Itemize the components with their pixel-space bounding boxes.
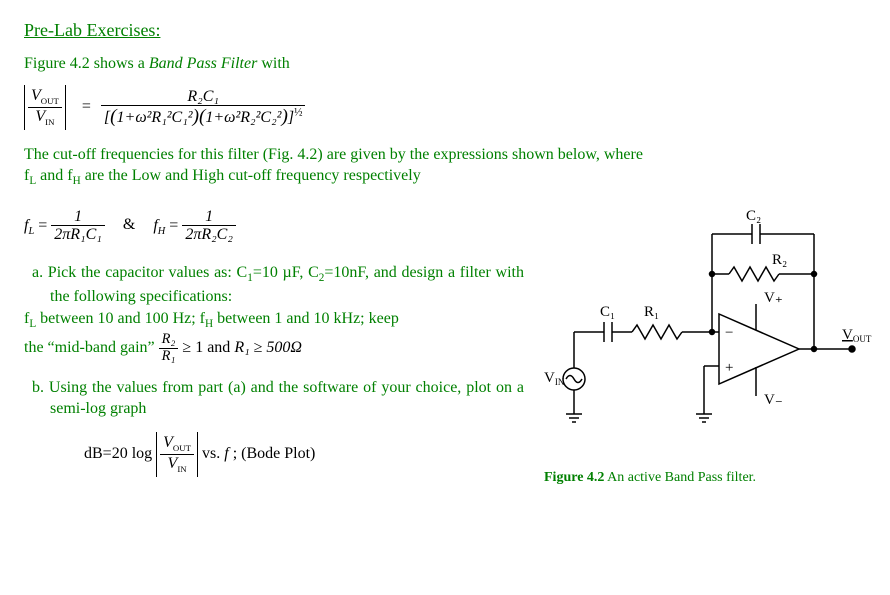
ta-l2-post: between 1 and 10 kHz; keep (213, 310, 399, 327)
ta-l3-r1: R₁ ≥ 500Ω (234, 339, 302, 356)
fL-den: 2πR₁C₁ (51, 226, 105, 244)
vin-sub: IN (45, 117, 54, 127)
opamp-minus: − (725, 325, 733, 341)
c1-val: =10 µF, C (253, 264, 319, 281)
intro-prefix: Figure 4.2 shows a (24, 55, 149, 72)
task-b: b. Using the values from part (a) and th… (24, 377, 524, 420)
label-Vin: VIN (544, 370, 565, 387)
section-title: Pre-Lab Exercises: (24, 20, 866, 41)
label-Vminus: V₋ (764, 392, 783, 408)
fH-den: 2πR₂C₂ (182, 226, 236, 244)
label-C2: C₂ (746, 208, 761, 224)
label-R1: R₁ (644, 304, 659, 320)
cutoff-mid: and f (36, 167, 72, 184)
intro-line: Figure 4.2 shows a Band Pass Filter with (24, 55, 866, 73)
fH-num: 1 (182, 208, 236, 227)
bode-post: ; (Bode Plot) (229, 445, 316, 462)
bode-num: V (163, 434, 173, 451)
label-Vplus: V₊ (764, 290, 783, 306)
label-C1: C₁ (600, 304, 615, 320)
task-a-pre: a. Pick the capacitor values as: C (32, 264, 247, 281)
vout-sub: OUT (41, 96, 59, 106)
task-a: a. Pick the capacitor values as: C1=10 µ… (24, 262, 524, 365)
ta-l3-mid: ≥ 1 and (182, 339, 234, 356)
caption-bold: Figure 4.2 (544, 470, 604, 485)
label-R2: R₂ (772, 252, 787, 268)
fL-num: 1 (51, 208, 105, 227)
intro-italic: Band Pass Filter (149, 55, 257, 72)
tf-den-b: 1+ω²R₂²C₂² (205, 109, 281, 126)
bode-den: V (168, 455, 178, 472)
gain-den: R₁ (159, 349, 179, 365)
caption-rest: An active Band Pass filter. (604, 470, 756, 485)
vout-sym: V (31, 87, 41, 104)
task-b-text: b. Using the values from part (a) and th… (32, 379, 524, 418)
gain-num: R₂ (159, 332, 179, 349)
cutoff-line1: The cut-off frequencies for this filter … (24, 146, 643, 163)
amp: & (123, 216, 135, 233)
fH-sub: H (158, 226, 166, 237)
bode-num-sub: OUT (173, 443, 191, 453)
tf-exp: ½ (294, 107, 302, 119)
transfer-function-equation: VOUT VIN = R₂C₁ [(1+ω²R₁²C₁²)(1+ω²R₂²C₂²… (24, 85, 866, 130)
tf-num: R₂C₁ (101, 88, 306, 107)
ta-l2-mid: between 10 and 100 Hz; f (36, 310, 205, 327)
figure-caption: Figure 4.2 An active Band Pass filter. (544, 470, 874, 486)
opamp-plus: + (725, 360, 733, 376)
cutoff-post: are the Low and High cut-off frequency r… (81, 167, 421, 184)
bode-vs: vs. (202, 445, 224, 462)
bode-pre: dB=20 log (84, 445, 152, 462)
tf-den-a: 1+ω²R₁²C₁² (117, 109, 193, 126)
label-Vout: VOUT (842, 327, 872, 344)
bode-den-sub: IN (177, 464, 186, 474)
intro-suffix: with (257, 55, 289, 72)
ta-l3-pre: the “mid-band gain” (24, 339, 159, 356)
fL-sub: L (28, 226, 34, 237)
circuit-diagram: C₁ R₁ C₂ R₂ V₊ V₋ − + VIN VOUT (544, 204, 874, 464)
freq-formulae: fL = 1 2πR₁C₁ & fH = 1 2πR₂C₂ (24, 208, 524, 244)
vin-sym: V (35, 108, 45, 125)
ta-l2-H: H (205, 318, 213, 330)
cutoff-description: The cut-off frequencies for this filter … (24, 144, 866, 190)
cutoff-fH-sub: H (73, 176, 81, 188)
bode-expression: dB=20 log VOUT VIN vs. f ; (Bode Plot) (84, 432, 524, 477)
